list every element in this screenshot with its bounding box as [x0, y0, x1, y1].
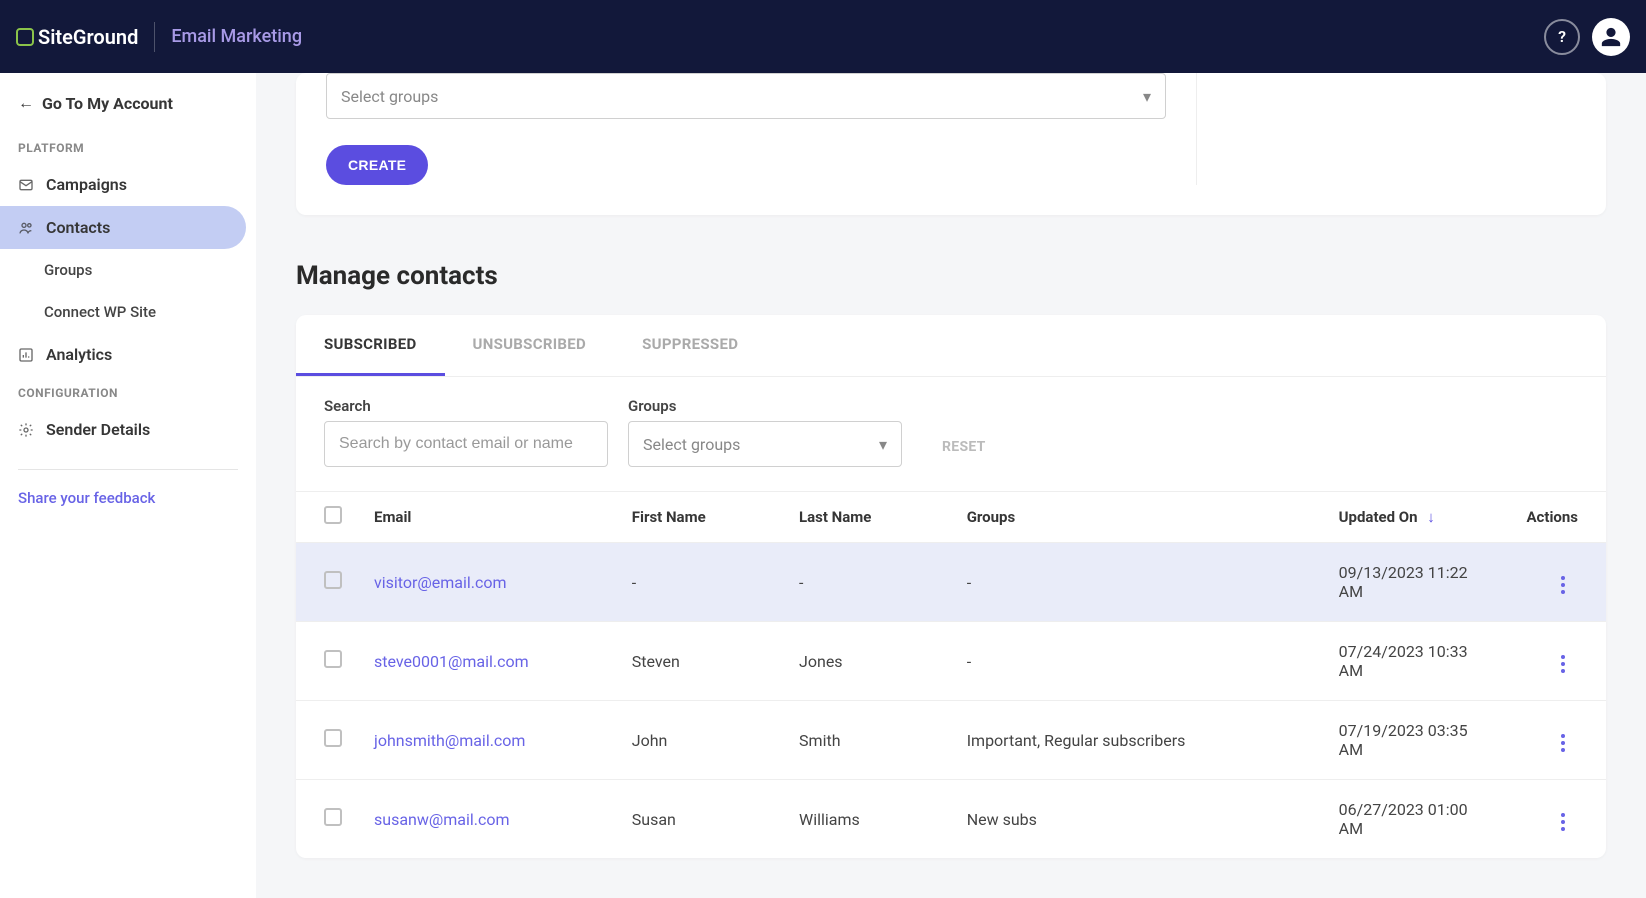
contacts-table: Email First Name Last Name Groups Update…	[296, 491, 1606, 858]
col-first[interactable]: First Name	[616, 492, 783, 543]
row-actions-button[interactable]	[1548, 807, 1578, 837]
chevron-down-icon: ▾	[1143, 87, 1151, 106]
sidebar-item-analytics[interactable]: Analytics	[0, 333, 246, 376]
sidebar-subitem-groups[interactable]: Groups	[0, 249, 256, 291]
row-checkbox[interactable]	[324, 571, 342, 589]
create-contact-card: Select groups ▾ CREATE	[296, 73, 1606, 215]
row-checkbox[interactable]	[324, 650, 342, 668]
row-actions-button[interactable]	[1548, 570, 1578, 600]
help-icon: ?	[1558, 27, 1566, 46]
sidebar-item-label: Contacts	[46, 218, 110, 237]
chevron-down-icon: ▾	[879, 435, 887, 454]
updated-cell: 07/19/2023 03:35 AM	[1323, 701, 1511, 780]
last-name-cell: Williams	[783, 780, 951, 859]
sidebar-subitem-connect-wp[interactable]: Connect WP Site	[0, 291, 256, 333]
sidebar-item-label: Campaigns	[46, 175, 127, 194]
sidebar-item-sender-details[interactable]: Sender Details	[0, 408, 246, 451]
search-input[interactable]	[324, 421, 608, 467]
email-link[interactable]: susanw@mail.com	[374, 810, 510, 829]
back-label: Go To My Account	[42, 94, 173, 113]
sidebar-item-label: Analytics	[46, 345, 112, 364]
groups-select[interactable]: Select groups ▾	[326, 73, 1166, 119]
sort-down-icon: ↓	[1427, 508, 1435, 526]
sidebar-item-campaigns[interactable]: Campaigns	[0, 163, 246, 206]
col-groups[interactable]: Groups	[951, 492, 1323, 543]
topbar-right: ?	[1544, 18, 1630, 56]
filter-row: Search Groups Select groups ▾ RESET	[296, 377, 1606, 491]
page-title: Manage contacts	[296, 261, 1606, 291]
groups-placeholder: Select groups	[341, 87, 438, 106]
logo-text: SiteGround	[38, 25, 138, 49]
groups-cell: -	[951, 543, 1323, 622]
help-button[interactable]: ?	[1544, 19, 1580, 55]
groups-filter-select[interactable]: Select groups ▾	[628, 421, 902, 467]
row-checkbox[interactable]	[324, 808, 342, 826]
last-name-cell: -	[783, 543, 951, 622]
col-last[interactable]: Last Name	[783, 492, 951, 543]
sidebar-item-label: Sender Details	[46, 420, 150, 439]
groups-filter-label: Groups	[628, 397, 902, 415]
search-label: Search	[324, 397, 608, 415]
first-name-cell: Steven	[616, 622, 783, 701]
tab-subscribed[interactable]: SUBSCRIBED	[296, 315, 445, 376]
updated-cell: 06/27/2023 01:00 AM	[1323, 780, 1511, 859]
first-name-cell: Susan	[616, 780, 783, 859]
divider	[154, 22, 155, 52]
users-icon	[18, 220, 34, 236]
email-link[interactable]: steve0001@mail.com	[374, 652, 529, 671]
updated-cell: 09/13/2023 11:22 AM	[1323, 543, 1511, 622]
last-name-cell: Smith	[783, 701, 951, 780]
gear-icon	[18, 422, 34, 438]
table-row: visitor@email.com---09/13/2023 11:22 AM	[296, 543, 1606, 622]
logo-icon	[16, 28, 34, 46]
back-to-account[interactable]: ← Go To My Account	[0, 93, 256, 131]
arrow-left-icon: ←	[18, 93, 34, 113]
col-email[interactable]: Email	[358, 492, 616, 543]
create-button[interactable]: CREATE	[326, 145, 428, 185]
tabs: SUBSCRIBED UNSUBSCRIBED SUPPRESSED	[296, 315, 1606, 377]
email-link[interactable]: johnsmith@mail.com	[374, 731, 525, 750]
groups-filter-placeholder: Select groups	[643, 435, 740, 454]
contacts-card: SUBSCRIBED UNSUBSCRIBED SUPPRESSED Searc…	[296, 315, 1606, 858]
row-checkbox[interactable]	[324, 729, 342, 747]
col-actions: Actions	[1510, 492, 1606, 543]
sidebar: ← Go To My Account PLATFORM Campaigns Co…	[0, 73, 256, 898]
tab-suppressed[interactable]: SUPPRESSED	[614, 315, 766, 376]
groups-cell: New subs	[951, 780, 1323, 859]
topbar-left: SiteGround Email Marketing	[16, 22, 302, 52]
table-row: susanw@mail.com SusanWilliamsNew subs06/2…	[296, 780, 1606, 859]
row-actions-button[interactable]	[1548, 649, 1578, 679]
col-updated[interactable]: Updated On ↓	[1323, 492, 1511, 543]
last-name-cell: Jones	[783, 622, 951, 701]
groups-cell: Important, Regular subscribers	[951, 701, 1323, 780]
section-platform: PLATFORM	[0, 131, 256, 163]
feedback-link[interactable]: Share your feedback	[0, 481, 173, 515]
product-name: Email Marketing	[171, 26, 302, 47]
sidebar-divider	[18, 469, 238, 470]
avatar-button[interactable]	[1592, 18, 1630, 56]
reset-button[interactable]: RESET	[942, 439, 986, 467]
table-row: johnsmith@mail.com JohnSmithImportant, Re…	[296, 701, 1606, 780]
sidebar-item-contacts[interactable]: Contacts	[0, 206, 246, 249]
first-name-cell: John	[616, 701, 783, 780]
main: Select groups ▾ CREATE Manage contacts S…	[256, 73, 1646, 898]
logo[interactable]: SiteGround	[16, 25, 138, 49]
updated-cell: 07/24/2023 10:33 AM	[1323, 622, 1511, 701]
select-all-checkbox[interactable]	[324, 506, 342, 524]
email-link[interactable]: visitor@email.com	[374, 573, 507, 592]
row-actions-button[interactable]	[1548, 728, 1578, 758]
tab-unsubscribed[interactable]: UNSUBSCRIBED	[445, 315, 615, 376]
groups-cell: -	[951, 622, 1323, 701]
analytics-icon	[18, 347, 34, 363]
user-icon	[1600, 26, 1622, 48]
topbar: SiteGround Email Marketing ?	[0, 0, 1646, 73]
mail-icon	[18, 177, 34, 193]
section-config: CONFIGURATION	[0, 376, 256, 408]
first-name-cell: -	[616, 543, 783, 622]
table-row: steve0001@mail.com StevenJones-07/24/2023…	[296, 622, 1606, 701]
